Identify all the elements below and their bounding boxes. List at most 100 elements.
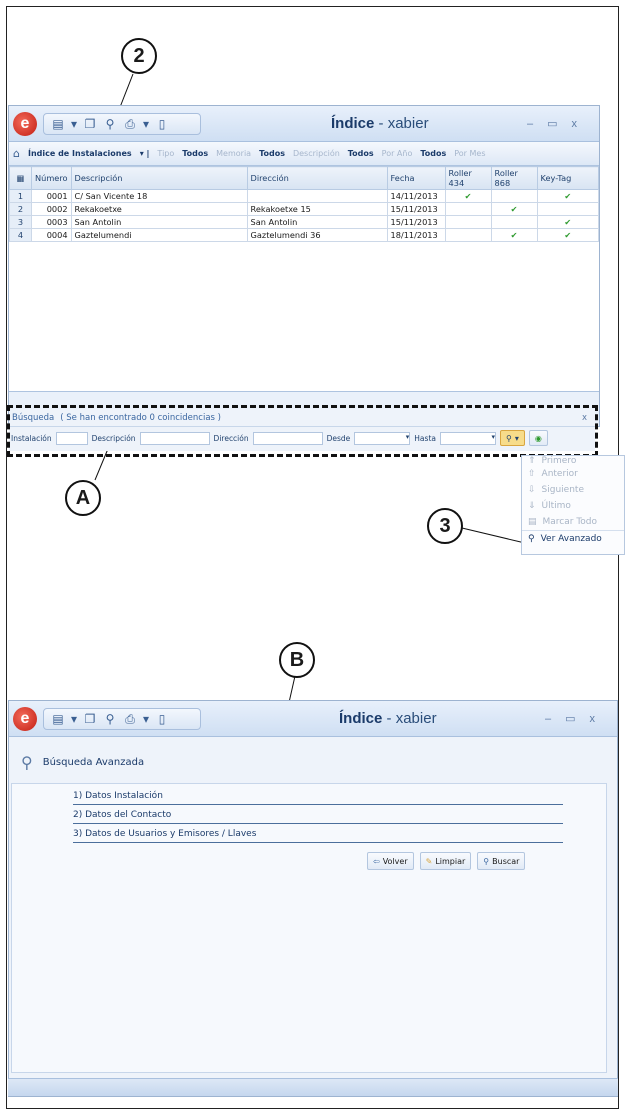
main-window: e ▤ ▾ ❐ ⚲ ⎙ ▾ ▯ Índice - xabier –▭x ⌂ Índi… bbox=[8, 105, 600, 427]
cell-numero: 0002 bbox=[31, 202, 72, 216]
buscar-button[interactable]: ⚲ Buscar bbox=[477, 852, 526, 870]
title-main-2: Índice bbox=[339, 710, 383, 727]
last-icon: ⇓ bbox=[528, 501, 536, 511]
broom-icon: ✎ bbox=[425, 856, 433, 866]
new-document-icon[interactable]: ▤ bbox=[50, 711, 66, 727]
home-icon: ⌂ bbox=[13, 147, 20, 160]
cell-numero: 0001 bbox=[31, 189, 72, 203]
por-mes-label: Por Mes bbox=[454, 149, 486, 158]
limpiar-button[interactable]: ✎ Limpiar bbox=[419, 852, 472, 870]
por-ano-label: Por Año bbox=[381, 149, 413, 158]
cell-descripcion: San Antolin bbox=[70, 215, 248, 229]
cell-descripcion: C/ San Vicente 18 bbox=[70, 189, 248, 203]
window-title: Índice - xabier bbox=[331, 115, 429, 132]
menu-item-marcar-todo[interactable]: ▤ Marcar Todo bbox=[522, 514, 624, 530]
check-icon bbox=[490, 189, 538, 203]
col-fecha[interactable]: Fecha bbox=[386, 166, 446, 190]
volver-button[interactable]: ⇦ Volver bbox=[367, 852, 414, 870]
check-icon bbox=[444, 202, 492, 216]
check-icon: ✔ bbox=[444, 189, 492, 203]
index-dropdown[interactable]: Índice de Instalaciones bbox=[28, 149, 132, 158]
callout-3: 3 bbox=[427, 508, 463, 544]
app-logo-icon[interactable]: e bbox=[13, 707, 37, 731]
title-user-2: xabier bbox=[395, 710, 437, 727]
new-document-icon[interactable]: ▤ bbox=[50, 116, 66, 132]
device-icon[interactable]: ▯ bbox=[154, 116, 170, 132]
window-controls-2[interactable]: –▭x bbox=[545, 712, 609, 725]
cell-direccion: Rekakoetxe 15 bbox=[246, 202, 388, 216]
cell-fecha: 15/11/2013 bbox=[386, 215, 446, 229]
title-sep-2: - bbox=[382, 710, 396, 727]
table-row[interactable]: 2 0002 Rekakoetxe Rekakoetxe 15 15/11/2013 ✔ bbox=[9, 202, 600, 216]
copy-icon[interactable]: ❐ bbox=[82, 116, 98, 132]
title-bar: e ▤ ▾ ❐ ⚲ ⎙ ▾ ▯ Índice - xabier –▭x bbox=[9, 106, 599, 142]
ano-dropdown[interactable]: Todos bbox=[420, 149, 446, 158]
section-datos-instalacion[interactable]: 1) Datos Instalación bbox=[73, 788, 563, 805]
highlight-a bbox=[7, 405, 598, 457]
advanced-search-window: e ▤ ▾ ❐ ⚲ ⎙ ▾ ▯ Índice - xabier –▭x ⚲ Búsq… bbox=[8, 700, 618, 1097]
menu-item-ultimo[interactable]: ⇓ Último bbox=[522, 498, 624, 514]
check-icon: ✔ bbox=[536, 189, 600, 203]
row-index: 4 bbox=[9, 228, 32, 242]
cell-direccion bbox=[246, 189, 388, 203]
check-icon bbox=[490, 215, 538, 229]
ribbon: ⌂ Índice de Instalaciones ▾ | Tipo Todos … bbox=[9, 142, 599, 166]
memoria-label: Memoria bbox=[216, 149, 252, 158]
table-row[interactable]: 4 0004 Gaztelumendi Gaztelumendi 36 18/11/20… bbox=[9, 228, 600, 242]
menu-item-anterior[interactable]: ⇧ Anterior bbox=[522, 466, 624, 482]
print-icon[interactable]: ⎙ bbox=[122, 116, 138, 132]
row-index: 3 bbox=[9, 215, 32, 229]
row-selector-header[interactable]: ▦ bbox=[9, 166, 32, 190]
check-icon: ✔ bbox=[490, 202, 538, 216]
cell-direccion: Gaztelumendi 36 bbox=[246, 228, 388, 242]
cell-fecha: 18/11/2013 bbox=[386, 228, 446, 242]
table-row[interactable]: 3 0003 San Antolin San Antolin 15/11/2013 ✔ bbox=[9, 215, 600, 229]
back-arrow-icon: ⇦ bbox=[373, 856, 380, 866]
cell-descripcion: Gaztelumendi bbox=[70, 228, 248, 242]
app-logo-icon[interactable]: e bbox=[13, 112, 37, 136]
status-bar bbox=[8, 1078, 618, 1096]
check-icon: ✔ bbox=[536, 228, 600, 242]
copy-icon[interactable]: ❐ bbox=[82, 711, 98, 727]
search-icon[interactable]: ⚲ bbox=[102, 711, 118, 727]
check-icon: ✔ bbox=[536, 215, 600, 229]
search-icon: ⚲ bbox=[483, 856, 490, 866]
callout-b: B bbox=[279, 642, 315, 678]
col-descripcion[interactable]: Descripción bbox=[70, 166, 248, 190]
cell-fecha: 15/11/2013 bbox=[386, 202, 446, 216]
row-index: 1 bbox=[9, 189, 32, 203]
up-arrow-icon: ⇧ bbox=[528, 469, 536, 479]
row-index: 2 bbox=[9, 202, 32, 216]
cell-descripcion: Rekakoetxe bbox=[70, 202, 248, 216]
descripcion-dropdown[interactable]: Todos bbox=[348, 149, 374, 158]
col-numero[interactable]: Número bbox=[31, 166, 72, 190]
col-direccion[interactable]: Dirección bbox=[246, 166, 388, 190]
print-icon[interactable]: ⎙ bbox=[122, 711, 138, 727]
section-datos-contacto[interactable]: 2) Datos del Contacto bbox=[73, 807, 563, 824]
cell-numero: 0004 bbox=[31, 228, 72, 242]
search-icon[interactable]: ⚲ bbox=[102, 116, 118, 132]
device-icon[interactable]: ▯ bbox=[154, 711, 170, 727]
section-datos-usuarios[interactable]: 3) Datos de Usuarios y Emisores / Llaves bbox=[73, 826, 563, 843]
search-icon: ⚲ bbox=[21, 753, 33, 772]
quick-access-toolbar-2: ▤ ▾ ❐ ⚲ ⎙ ▾ ▯ bbox=[43, 708, 201, 730]
callout-a: A bbox=[65, 480, 101, 516]
table-row[interactable]: 1 0001 C/ San Vicente 18 14/11/2013 ✔ ✔ bbox=[9, 189, 600, 203]
cell-direccion: San Antolin bbox=[246, 215, 388, 229]
col-keytag[interactable]: Key-Tag bbox=[536, 166, 600, 190]
memoria-dropdown[interactable]: Todos bbox=[259, 149, 285, 158]
check-icon bbox=[444, 215, 492, 229]
installations-table: ▦ Número Descripción Dirección Fecha Rol… bbox=[9, 166, 600, 242]
cell-numero: 0003 bbox=[31, 215, 72, 229]
tipo-dropdown[interactable]: Todos bbox=[182, 149, 208, 158]
window-controls[interactable]: –▭x bbox=[527, 117, 591, 130]
col-roller434[interactable]: Roller 434 bbox=[444, 166, 492, 190]
cell-fecha: 14/11/2013 bbox=[386, 189, 446, 203]
tipo-label: Tipo bbox=[157, 149, 175, 158]
col-roller868[interactable]: Roller 868 bbox=[490, 166, 538, 190]
search-options-menu: ⇑ Primero ⇧ Anterior ⇩ Siguiente ⇓ Último ▤ M… bbox=[521, 455, 625, 555]
menu-item-primero[interactable]: ⇑ Primero bbox=[522, 456, 624, 466]
descripcion-label: Descripción bbox=[292, 149, 340, 158]
menu-item-siguiente[interactable]: ⇩ Siguiente bbox=[522, 482, 624, 498]
menu-item-ver-avanzado[interactable]: ⚲ Ver Avanzado bbox=[522, 530, 624, 546]
